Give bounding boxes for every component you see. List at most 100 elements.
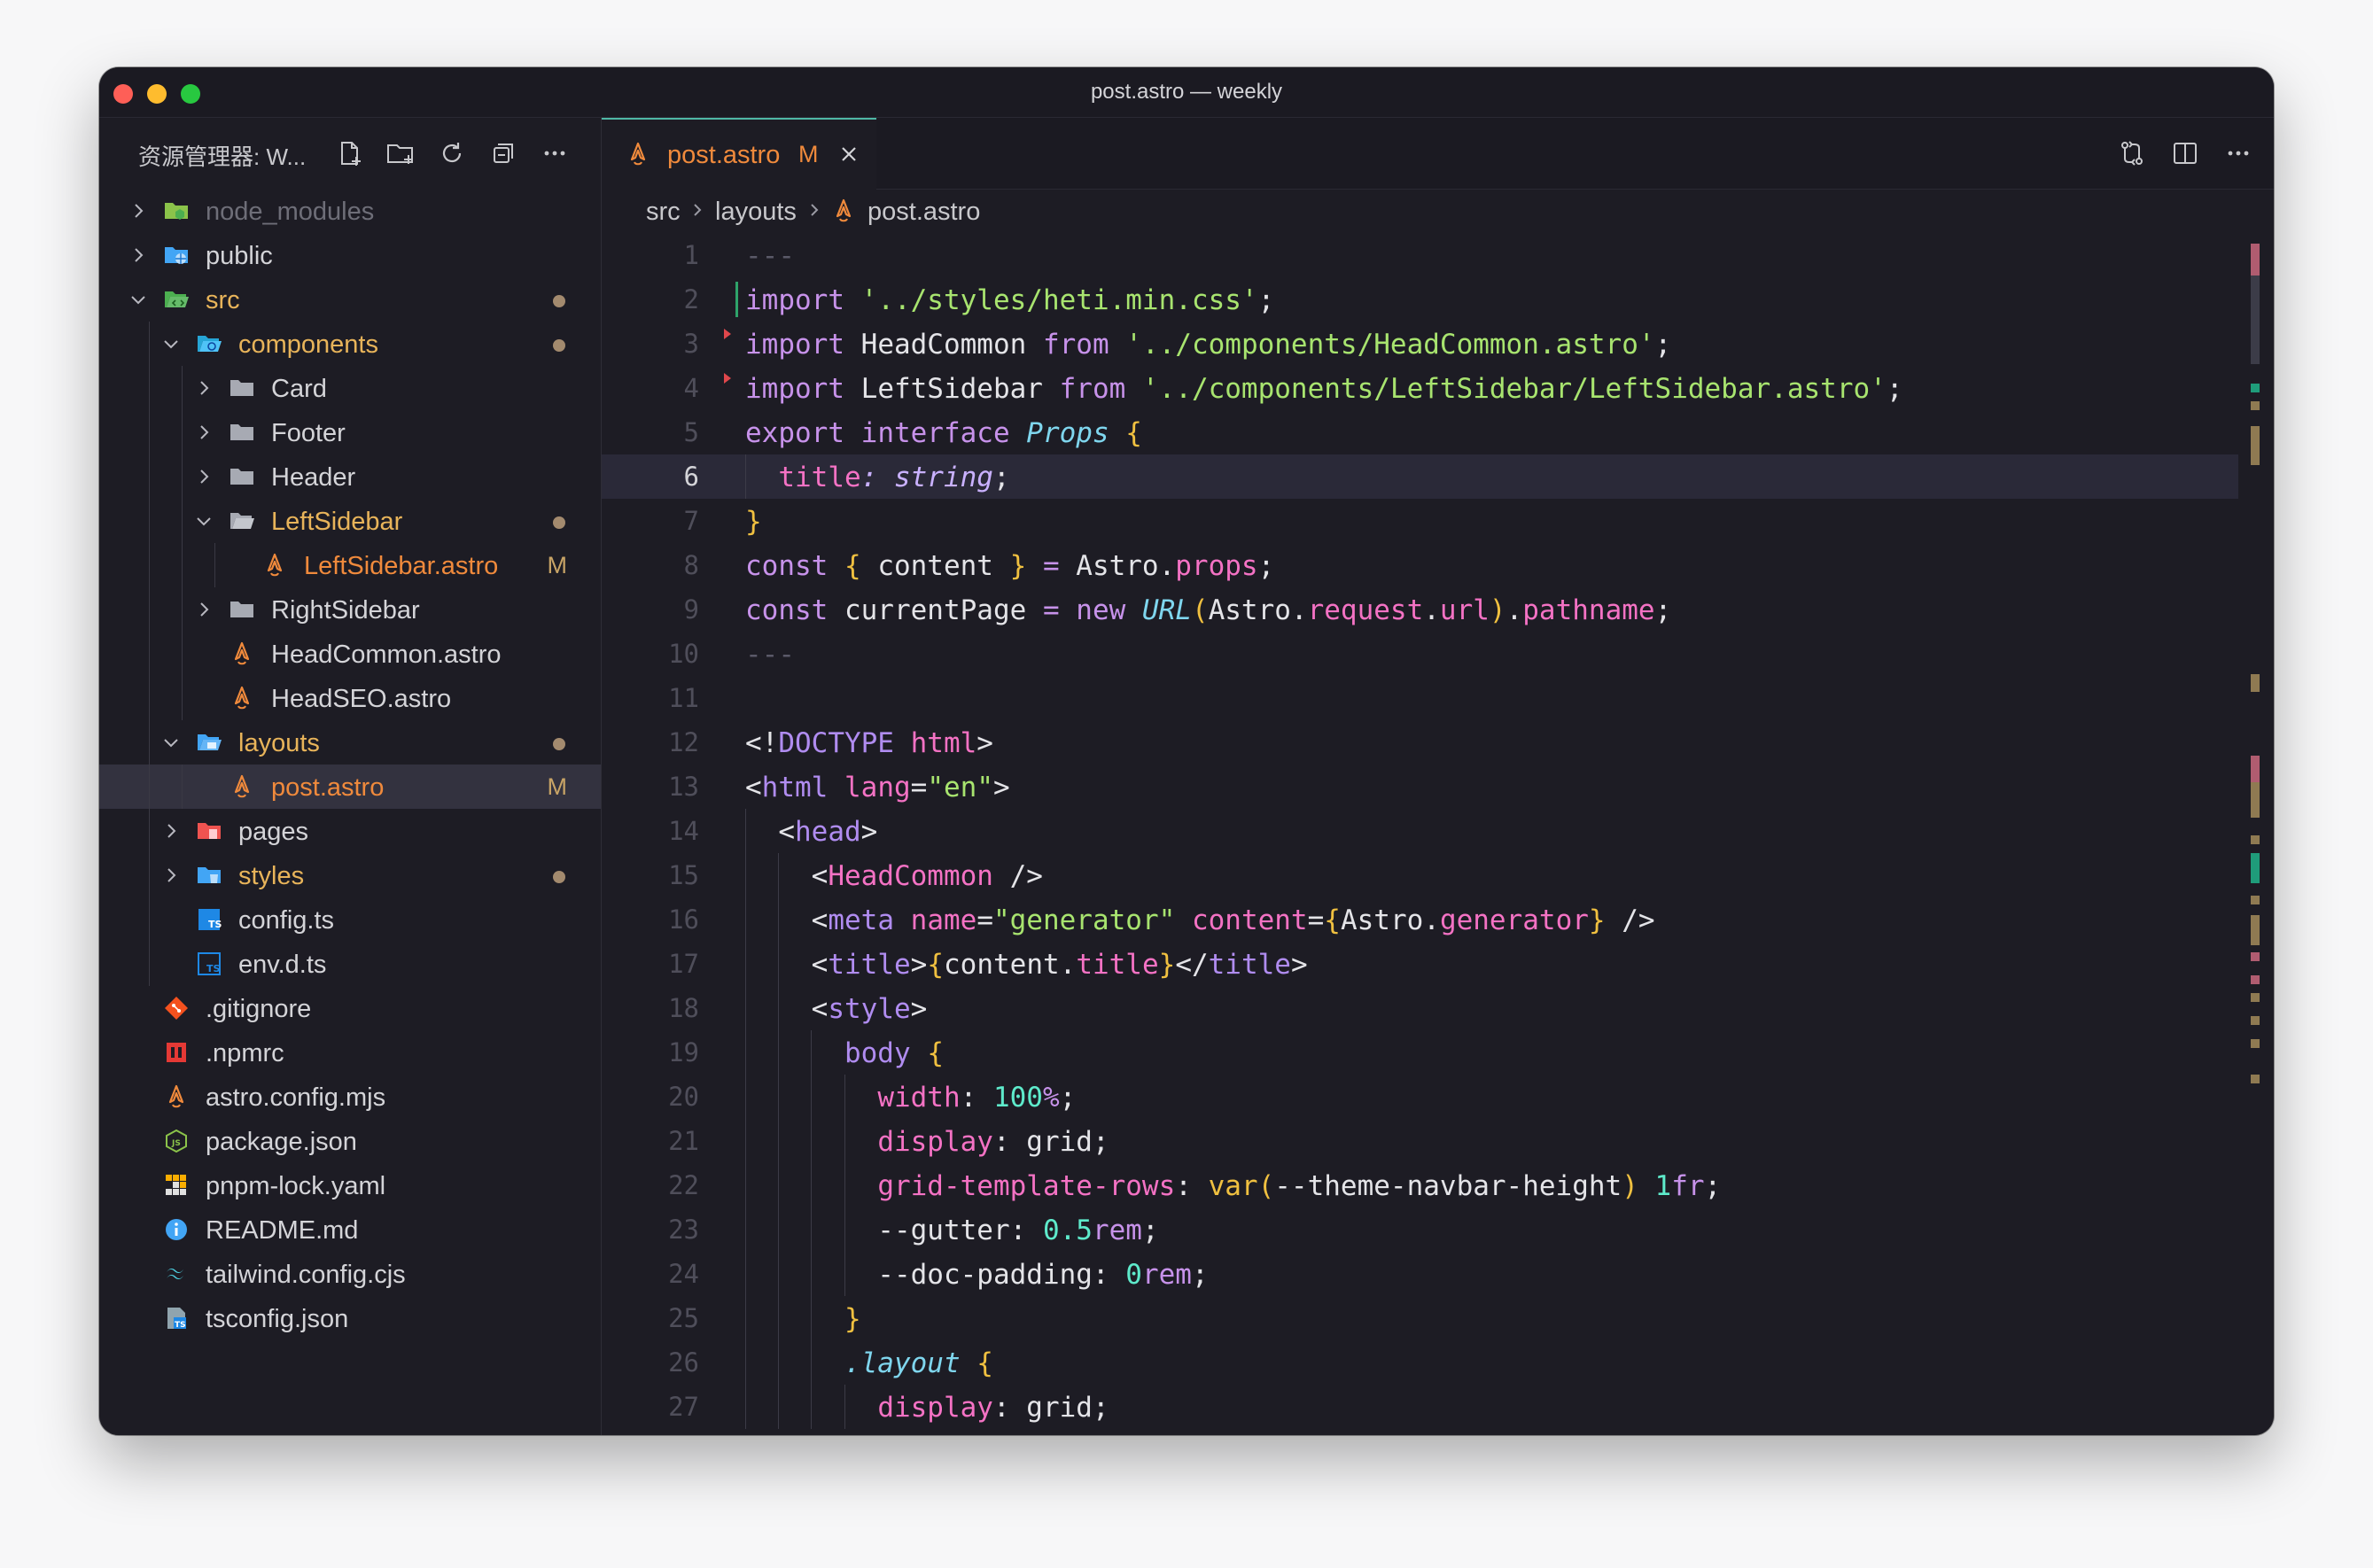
git-deleted-marker [724,329,731,339]
code-line[interactable]: 6 title: string; [602,454,2238,499]
code-line[interactable]: 9 const currentPage = new URL(Astro.reque… [602,587,2238,632]
tree-item[interactable]: styles [99,853,601,897]
tree-item[interactable]: Footer [99,410,601,454]
chevron-right-icon[interactable] [128,200,149,221]
chevron-down-icon[interactable] [160,333,182,354]
git-deleted-marker [724,373,731,384]
open-changes-icon[interactable] [2114,136,2150,171]
breadcrumb-file[interactable]: post.astro [868,198,980,227]
collapse-all-icon[interactable] [486,136,521,171]
tree-item[interactable]: .npmrc [99,1030,601,1075]
pages-folder-icon [196,818,222,844]
tab-post-astro[interactable]: post.astro M [602,118,876,190]
tree-item[interactable]: JS package.json [99,1119,601,1163]
indent-guide [214,543,215,587]
chevron-right-icon[interactable] [160,820,182,842]
modified-badge: M [547,773,568,800]
indent-guide [149,587,150,632]
tree-item[interactable]: HeadCommon.astro [99,632,601,676]
tree-item[interactable]: tailwind.config.cjs [99,1252,601,1296]
chevron-right-icon[interactable] [193,599,214,620]
code-text: --doc-padding: 0rem; [745,1259,1209,1291]
indent-guide [182,765,183,809]
tree-item[interactable]: TS tsconfig.json [99,1296,601,1340]
explorer-sidebar: 资源管理器: W... node_modules public src compone… [99,118,602,1435]
more-actions-icon[interactable] [537,136,572,171]
tree-item[interactable]: astro.config.mjs [99,1075,601,1119]
code-line[interactable]: 11 [602,676,2238,720]
split-editor-icon[interactable] [2167,136,2203,171]
code-line[interactable]: 1 --- [602,233,2238,277]
tree-item[interactable]: LeftSidebar.astro M [99,543,601,587]
tree-item-label: pages [238,818,309,846]
tree-item[interactable]: Card [99,366,601,410]
chevron-right-icon[interactable] [128,245,149,266]
code-line[interactable]: 14 <head> [602,809,2238,853]
tree-item[interactable]: Header [99,454,601,499]
editor-more-icon[interactable] [2221,136,2256,171]
code-line[interactable]: 5 export interface Props { [602,410,2238,454]
layouts-folder-icon [196,729,222,756]
code-line[interactable]: 7} [602,499,2238,543]
code-line[interactable]: 26 .layout { [602,1340,2238,1385]
tsconfig-icon: TS [163,1305,190,1331]
code-line[interactable]: 21 display: grid; [602,1119,2238,1163]
code-line[interactable]: 18 <style> [602,986,2238,1030]
code-line[interactable]: 16 <meta name="generator" content={Astro… [602,897,2238,942]
typescript-file-icon: TS [196,906,222,933]
code-line[interactable]: 22 grid-template-rows: var(--theme-navba… [602,1163,2238,1207]
code-editor[interactable]: 1 --- 2 import '../styles/heti.min.css'; 3 im… [602,233,2274,1435]
tree-item[interactable]: components [99,322,601,366]
tree-item[interactable]: TS env.d.ts [99,942,601,986]
new-file-icon[interactable] [331,136,367,171]
tree-item[interactable]: .gitignore [99,986,601,1030]
close-tab-icon[interactable] [836,141,862,167]
code-line[interactable]: 12 <!DOCTYPE html> [602,720,2238,765]
new-folder-icon[interactable] [383,136,418,171]
refresh-icon[interactable] [434,136,470,171]
code-line[interactable]: 19 body { [602,1030,2238,1075]
code-line[interactable]: 17 <title>{content.title}</title> [602,942,2238,986]
tree-item[interactable]: README.md [99,1207,601,1252]
tree-item[interactable]: TS config.ts [99,897,601,942]
tree-item[interactable]: layouts [99,720,601,765]
tree-item[interactable]: src [99,277,601,322]
chevron-right-icon[interactable] [193,422,214,443]
tree-item[interactable]: RightSidebar [99,587,601,632]
code-line[interactable]: 2 import '../styles/heti.min.css'; [602,277,2238,322]
tree-item[interactable]: HeadSEO.astro [99,676,601,720]
code-line[interactable]: 20 width: 100%; [602,1075,2238,1119]
code-line[interactable]: 3 import HeadCommon from '../components/H… [602,322,2238,366]
chevron-right-icon[interactable] [193,377,214,399]
folder-open-icon [229,508,255,534]
tree-item[interactable]: pages [99,809,601,853]
code-line[interactable]: 4 import LeftSidebar from '../components/… [602,366,2238,410]
tree-item-label: Card [271,375,327,403]
code-line[interactable]: 8 const { content } = Astro.props; [602,543,2238,587]
chevron-right-icon[interactable] [193,466,214,487]
chevron-right-icon[interactable] [160,865,182,886]
breadcrumb-src[interactable]: src [646,198,681,227]
tree-item-label: .gitignore [206,995,312,1023]
tree-item[interactable]: LeftSidebar [99,499,601,543]
code-line[interactable]: 10 --- [602,632,2238,676]
code-text: .layout { [844,1347,993,1379]
code-line[interactable]: 25 } [602,1296,2238,1340]
code-line[interactable]: 13 <html lang="en"> [602,765,2238,809]
git-icon [163,995,190,1021]
chevron-down-icon[interactable] [128,289,149,310]
tree-item[interactable]: pnpm-lock.yaml [99,1163,601,1207]
chevron-down-icon[interactable] [193,510,214,532]
tree-item[interactable]: post.astro M [99,765,601,809]
code-line[interactable]: 24 --doc-padding: 0rem; [602,1252,2238,1296]
code-line[interactable]: 23 --gutter: 0.5rem; [602,1207,2238,1252]
code-line[interactable]: 27 display: grid; [602,1385,2238,1429]
tree-item[interactable]: node_modules [99,189,601,233]
indent-guide [149,410,150,454]
chevron-down-icon[interactable] [160,732,182,753]
editor-scrollbar[interactable] [2249,233,2261,1435]
code-line[interactable]: 15 <HeadCommon /> [602,853,2238,897]
breadcrumb-layouts[interactable]: layouts [715,198,797,227]
tree-item[interactable]: public [99,233,601,277]
indent-guide [149,499,150,543]
